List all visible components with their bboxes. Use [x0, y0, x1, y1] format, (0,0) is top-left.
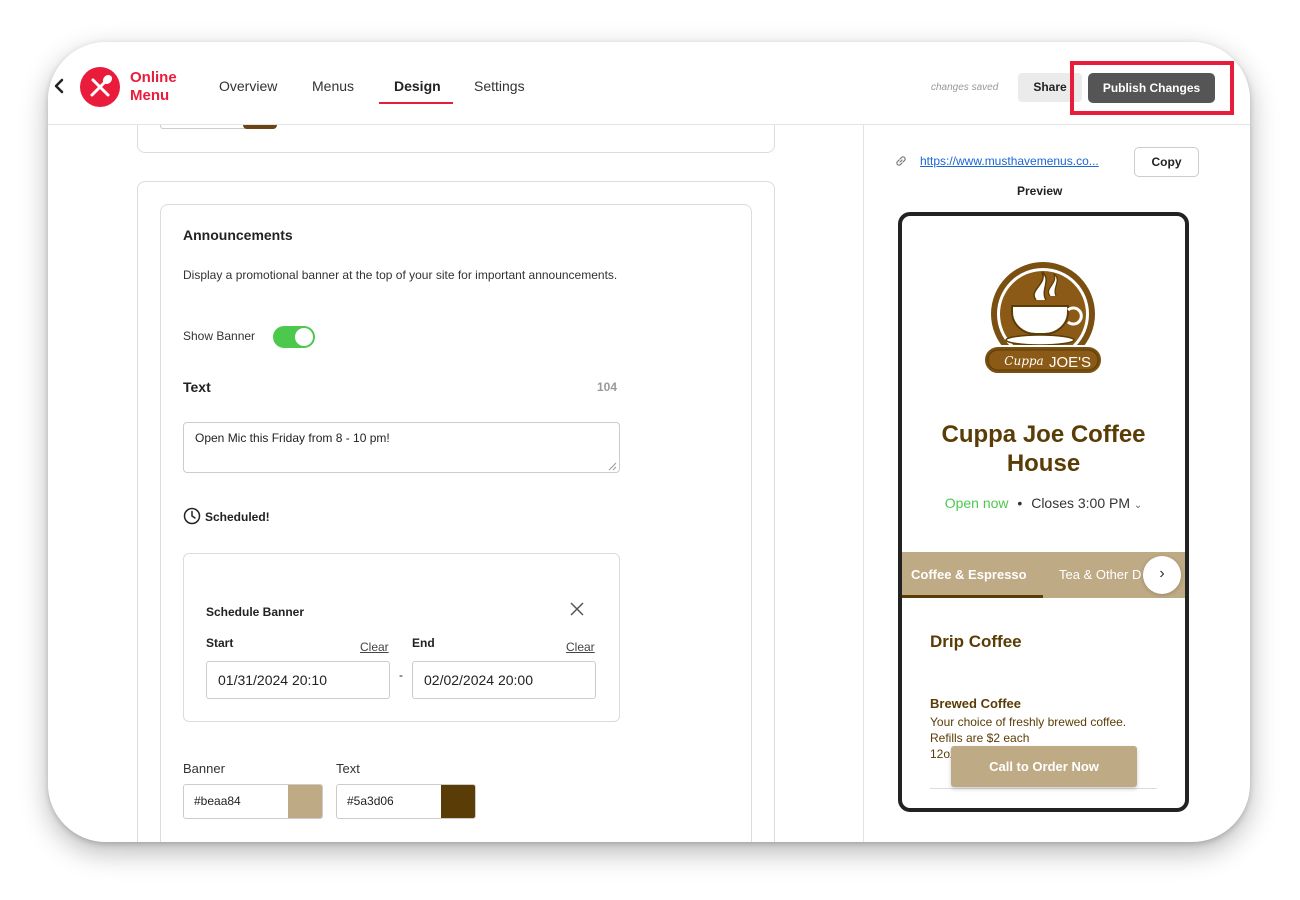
end-date-input[interactable]: 02/02/2024 20:00	[412, 661, 596, 699]
banner-color-label: Banner	[183, 761, 225, 776]
char-count: 104	[597, 380, 618, 394]
banner-text-input[interactable]: Open Mic this Friday from 8 - 10 pm!	[183, 422, 620, 473]
coffee-shop-logo: Cuppa JOE'S	[983, 262, 1103, 375]
preview-label: Preview	[1017, 184, 1063, 198]
editor-pane: Announcements Display a promotional bann…	[48, 119, 863, 842]
logo-text-joes: JOE'S	[1049, 354, 1091, 371]
menu-item-description: Your choice of freshly brewed coffee. Re…	[930, 715, 1127, 745]
divider	[930, 788, 1157, 789]
text-color-label: Text	[336, 761, 360, 776]
tab-menus[interactable]: Menus	[312, 78, 354, 94]
date-separator: -	[399, 668, 403, 682]
highlight-box	[1070, 61, 1234, 115]
brand-name: Online Menu	[130, 69, 177, 104]
schedule-title: Schedule Banner	[206, 605, 305, 619]
copy-button[interactable]: Copy	[1134, 147, 1199, 177]
closing-time: Closes 3:00 PM	[1031, 495, 1131, 511]
chevron-down-icon[interactable]: ⌄	[1134, 500, 1142, 511]
close-icon[interactable]	[569, 601, 585, 617]
active-tab-indicator	[379, 102, 453, 104]
phone-preview: Cuppa JOE'S Cuppa Joe Coffee House Open …	[898, 212, 1189, 812]
call-to-order-button[interactable]: Call to Order Now	[951, 746, 1137, 787]
resize-handle-icon[interactable]	[608, 462, 617, 471]
text-color-swatch[interactable]	[441, 785, 475, 818]
text-color-input[interactable]: #5a3d06	[336, 784, 476, 819]
end-label: End	[412, 636, 435, 650]
chevron-right-icon[interactable]: ›	[1143, 556, 1181, 594]
announcements-card: Announcements Display a promotional bann…	[137, 181, 775, 842]
tab-overview[interactable]: Overview	[219, 78, 277, 94]
app-window: Online Menu Overview Menus Design Settin…	[48, 42, 1250, 842]
tab-tea-other[interactable]: Tea & Other D	[1059, 552, 1141, 598]
banner-color-value: #beaa84	[194, 794, 241, 808]
toggle-knob	[295, 328, 313, 346]
tab-coffee-espresso[interactable]: Coffee & Espresso	[902, 552, 1043, 598]
start-label: Start	[206, 636, 234, 650]
active-category-indicator	[902, 595, 1043, 598]
clock-icon	[183, 507, 201, 525]
brand-logo-icon	[80, 67, 120, 107]
pane-divider	[863, 125, 864, 842]
show-banner-label: Show Banner	[183, 329, 256, 343]
site-url-link[interactable]: https://www.musthavemenus.co...	[920, 154, 1124, 168]
announcements-panel: Announcements Display a promotional bann…	[160, 204, 752, 842]
back-arrow-icon[interactable]	[52, 78, 68, 94]
start-date-input[interactable]: 01/31/2024 20:10	[206, 661, 390, 699]
save-status: changes saved	[931, 82, 999, 93]
show-banner-toggle[interactable]	[273, 326, 315, 348]
banner-color-swatch[interactable]	[288, 785, 322, 818]
scheduled-label: Scheduled!	[205, 510, 270, 524]
banner-color-input[interactable]: #beaa84	[183, 784, 323, 819]
clear-start-link[interactable]: Clear	[360, 640, 389, 654]
shop-name: Cuppa Joe Coffee House	[941, 421, 1146, 477]
link-icon	[896, 156, 906, 166]
menu-item-name: Brewed Coffee	[930, 696, 1022, 711]
clear-end-link[interactable]: Clear	[566, 640, 595, 654]
schedule-panel: Schedule Banner Start Clear End Clear 01…	[183, 553, 620, 722]
hours-line[interactable]: Open now • Closes 3:00 PM ⌄	[902, 495, 1185, 511]
text-color-value: #5a3d06	[347, 794, 394, 808]
tab-settings[interactable]: Settings	[474, 78, 525, 94]
section-description: Display a promotional banner at the top …	[183, 268, 618, 282]
previous-card	[137, 119, 775, 153]
text-label: Text	[183, 379, 211, 395]
section-title: Announcements	[183, 227, 293, 243]
category-tabs: Coffee & Espresso Tea & Other D ›	[902, 552, 1185, 598]
hours-bullet: •	[1017, 495, 1023, 511]
tab-design[interactable]: Design	[394, 78, 441, 94]
top-bar: Online Menu Overview Menus Design Settin…	[48, 42, 1250, 125]
category-title: Drip Coffee	[930, 632, 1022, 651]
open-status: Open now	[944, 495, 1009, 511]
logo-text-cuppa: Cuppa	[1004, 354, 1043, 368]
